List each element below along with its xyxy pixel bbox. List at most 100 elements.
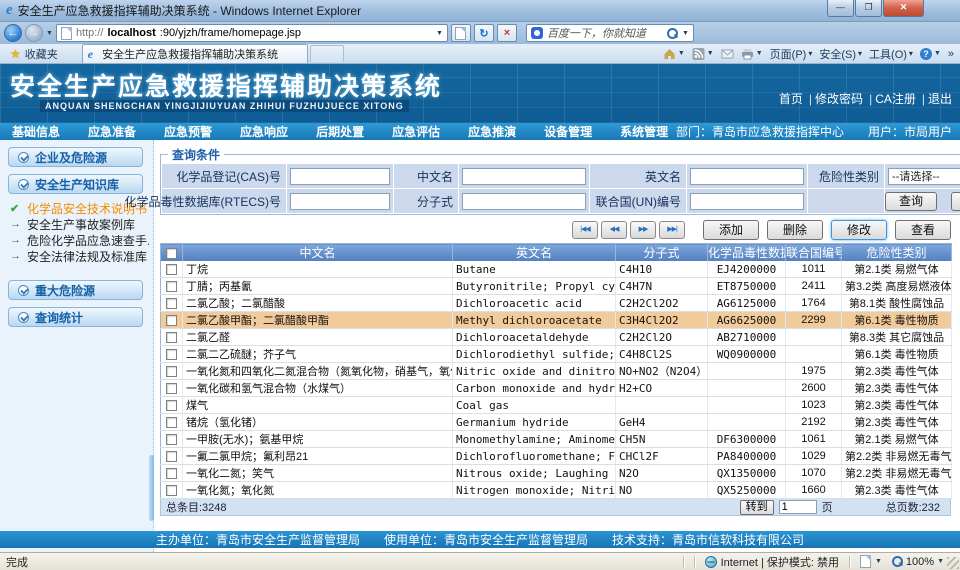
browser-tab[interactable]: e 安全生产应急救援指挥辅助决策系统 [82,44,308,63]
header-link[interactable]: 首页 [779,92,803,106]
column-formula[interactable]: 分子式 [616,244,708,262]
row-checkbox[interactable] [166,468,177,479]
table-row[interactable]: 一氧化氮；氧化氮 Nitrogen monoxide; Nitric oxide… [161,482,952,499]
column-en-name[interactable]: 英文名 [453,244,616,262]
cas-input[interactable] [290,168,390,185]
page-menu[interactable]: 页面(P) [770,46,813,62]
row-checkbox[interactable] [166,349,177,360]
hazard-class-select[interactable]: --请选择-- ▼ [888,168,960,185]
column-un-number[interactable]: 联合国编号 [786,244,842,262]
table-row[interactable]: 锗烷（氢化锗） Germanium hydride GeH4 2192 第2.3… [161,414,952,431]
tools-menu[interactable]: 工具(O) [869,46,913,62]
row-checkbox[interactable] [166,485,177,496]
search-icon[interactable] [667,28,678,39]
nav-menu-item[interactable]: 系统管理 [620,123,668,140]
new-tab-stub[interactable] [310,45,344,62]
feeds-button[interactable]: ▼ [692,48,714,60]
row-checkbox[interactable] [166,366,177,377]
favorites-button[interactable]: ★ 收藏夹 [0,44,68,63]
table-row[interactable]: 丁烷 Butane C4H10 EJ4200000 1011 第2.1类 易燃气… [161,261,952,278]
url-field[interactable]: http://localhost:90/yjzh/frame/homepage.… [56,24,448,42]
resize-grip[interactable] [947,557,959,569]
row-checkbox[interactable] [166,400,177,411]
header-link[interactable]: 修改密码 [803,92,863,106]
splitter-handle[interactable] [149,455,154,521]
table-row[interactable]: 一氧化碳和氢气混合物（水煤气） Carbon monoxide and hydr… [161,380,952,397]
nav-menu-item[interactable]: 应急预警 [164,123,212,140]
search-button[interactable]: 查询 [885,192,937,211]
nav-menu-item[interactable]: 后期处置 [316,123,364,140]
pager-button[interactable]: ▶▶| [659,221,685,239]
action-button[interactable]: 删除 [767,220,823,240]
nav-menu-item[interactable]: 基础信息 [12,123,60,140]
nav-menu-item[interactable]: 设备管理 [544,123,592,140]
zoom-control[interactable]: 100% ▼ [892,556,944,568]
print-button[interactable]: ▼ [741,48,763,60]
history-dropdown-icon[interactable]: ▼ [46,30,53,37]
action-button[interactable]: 修改 [831,220,887,240]
sidebar-group-knowledge[interactable]: 安全生产知识库 [8,174,143,194]
home-dropdown-icon[interactable]: ▼ [678,50,685,57]
home-button[interactable]: ▼ [663,48,685,60]
table-row[interactable]: 一氟二氯甲烷；氟利昂21 Dichlorofluoromethane; Freo… [161,448,952,465]
minimize-button[interactable]: — [827,0,854,17]
table-row[interactable]: 二氯二乙硫醚；芥子气 Dichlorodiethyl sulfide; Must… [161,346,952,363]
pager-button[interactable]: ▶▶ [630,221,656,239]
page-number-input[interactable] [779,500,817,514]
action-button[interactable]: 查看 [895,220,951,240]
column-cn-name[interactable]: 中文名 [183,244,453,262]
close-button[interactable]: ✕ [883,0,924,17]
row-checkbox[interactable] [166,315,177,326]
nav-menu-item[interactable]: 应急评估 [392,123,440,140]
sidebar-item[interactable]: → 安全法律法规及标准库 [10,248,149,264]
row-checkbox[interactable] [166,417,177,428]
safety-menu[interactable]: 安全(S) [819,46,862,62]
stop-button[interactable]: × [497,24,517,42]
table-row[interactable]: 二氯乙醛 Dichloroacetaldehyde C2H2Cl2O AB271… [161,329,952,346]
cn-name-input[interactable] [462,168,586,185]
table-row[interactable]: 煤气 Coal gas 1023 第2.3类 毒性气体 [161,397,952,414]
row-checkbox[interactable] [166,332,177,343]
en-name-input[interactable] [690,168,804,185]
search-dropdown-icon[interactable]: ▼ [682,30,689,37]
feeds-dropdown-icon[interactable]: ▼ [707,50,714,57]
table-row[interactable]: 二氯乙酸甲酯；二氯醋酸甲酯 Methyl dichloroacetate C3H… [161,312,952,329]
table-row[interactable]: 一甲胺(无水)；氨基甲烷 Monomethylamine; Aminometha… [161,431,952,448]
nav-menu-item[interactable]: 应急响应 [240,123,288,140]
forward-button[interactable]: → [25,24,43,42]
action-button[interactable]: 添加 [703,220,759,240]
sidebar-item[interactable]: → 安全生产事故案例库 [10,216,149,232]
sidebar-group-enterprise[interactable]: 企业及危险源 [8,147,143,167]
back-button[interactable]: ← [4,24,22,42]
help-menu[interactable]: ?▼ [920,48,941,60]
column-hazard-class[interactable]: 危险性类别 [842,244,952,262]
pager-button[interactable]: ◀◀ [601,221,627,239]
header-link[interactable]: 退出 [916,92,952,106]
table-row[interactable]: 一氧化氮和四氧化二氮混合物（氮氧化物，硝基气，氧化氮气体） Nitric oxi… [161,363,952,380]
row-checkbox[interactable] [166,264,177,275]
table-row[interactable]: 二氯乙酸；二氯醋酸 Dichloroacetic acid C2H2Cl2O2 … [161,295,952,312]
overflow-chevron-icon[interactable]: » [948,48,954,60]
formula-input[interactable] [462,193,586,210]
sidebar-item[interactable]: → 危险化学品应急速查手... [10,232,149,248]
row-checkbox[interactable] [166,281,177,292]
table-row[interactable]: 丁腈；丙基氰 Butyronitrile; Propyl cyanide C4H… [161,278,952,295]
maximize-button[interactable]: ❐ [855,0,882,17]
goto-page-button[interactable]: 转到 [740,500,774,515]
row-checkbox[interactable] [166,451,177,462]
mail-button[interactable] [721,48,734,60]
sidebar-group-major-hazard[interactable]: 重大危险源 [8,280,143,300]
rtecs-input[interactable] [290,193,390,210]
protected-mode-button[interactable]: ▼ [860,555,882,568]
header-link[interactable]: CA注册 [863,92,916,106]
nav-menu-item[interactable]: 应急推演 [468,123,516,140]
security-zone[interactable]: Internet | 保护模式: 禁用 [705,554,839,570]
refresh-button[interactable]: ↻ [474,24,494,42]
compatibility-view-button[interactable] [451,24,471,42]
sidebar-group-statistics[interactable]: 查询统计 [8,307,143,327]
reset-button[interactable]: 重置 [951,192,960,211]
table-row[interactable]: 一氧化二氮；笑气 Nitrous oxide; Laughing gas N2O… [161,465,952,482]
row-checkbox[interactable] [166,383,177,394]
row-checkbox[interactable] [166,298,177,309]
un-number-input[interactable] [690,193,804,210]
